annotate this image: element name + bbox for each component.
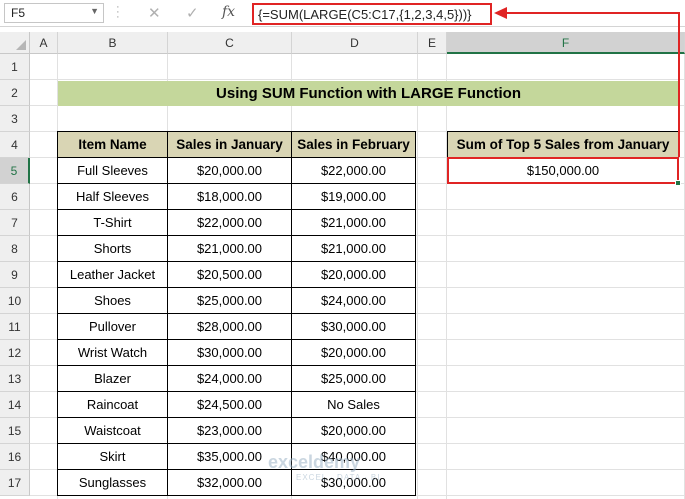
check-icon[interactable]: ✓ (186, 4, 199, 22)
name-box[interactable]: F5 ▼ (4, 3, 104, 23)
close-icon[interactable]: ✕ (148, 4, 161, 22)
formula-input[interactable]: {=SUM(LARGE(C5:C17,{1,2,3,4,5}))} (252, 3, 492, 25)
sales-february-cell[interactable]: $24,000.00 (291, 287, 416, 314)
item-name-cell[interactable]: Sunglasses (57, 469, 168, 496)
header-sales-january[interactable]: Sales in January (167, 131, 292, 158)
row-header-15[interactable]: 15 (0, 418, 30, 444)
watermark-tagline: EXCEL · DATA · BI (296, 473, 381, 482)
formula-bar: F5 ▼ · · · ✕ ✓ fx {=SUM(LARGE(C5:C17,{1,2,… (0, 0, 685, 27)
select-all-icon (16, 40, 26, 50)
sales-table: Item Name Sales in January Sales in Febr… (57, 131, 416, 496)
watermark-name: exceldemy (268, 452, 361, 472)
table-row: Wrist Watch $30,000.00 $20,000.00 (57, 339, 416, 366)
table-row: Raincoat $24,500.00 No Sales (57, 391, 416, 418)
item-name-cell[interactable]: Leather Jacket (57, 261, 168, 288)
select-all-button[interactable] (0, 32, 30, 54)
gridline (30, 79, 685, 80)
sales-february-cell[interactable]: $21,000.00 (291, 209, 416, 236)
sales-january-cell[interactable]: $21,000.00 (167, 235, 292, 262)
sum-header-cell[interactable]: Sum of Top 5 Sales from January (447, 131, 679, 158)
table-row: Full Sleeves $20,000.00 $22,000.00 (57, 157, 416, 184)
row-header-3[interactable]: 3 (0, 106, 30, 132)
table-row: Blazer $24,000.00 $25,000.00 (57, 365, 416, 392)
spreadsheet-grid[interactable]: ABCDEF 1 2 3 4 5 6 7 8 9 10 11 12 13 14 15 16 17 Using S… (0, 32, 685, 499)
table-row: Waistcoat $23,000.00 $20,000.00 (57, 417, 416, 444)
column-header-e[interactable]: E (418, 32, 447, 54)
chevron-down-icon[interactable]: ▼ (90, 6, 99, 16)
row-header-8[interactable]: 8 (0, 236, 30, 262)
header-item-name[interactable]: Item Name (57, 131, 168, 158)
formula-text: {=SUM(LARGE(C5:C17,{1,2,3,4,5}))} (258, 7, 472, 22)
row-header-14[interactable]: 14 (0, 392, 30, 418)
item-name-cell[interactable]: Waistcoat (57, 417, 168, 444)
sales-january-cell[interactable]: $22,000.00 (167, 209, 292, 236)
item-name-cell[interactable]: Skirt (57, 443, 168, 470)
table-row: Leather Jacket $20,500.00 $20,000.00 (57, 261, 416, 288)
drag-handle-icon[interactable]: · · · (116, 2, 122, 23)
row-header-6[interactable]: 6 (0, 184, 30, 210)
row-header-16[interactable]: 16 (0, 444, 30, 470)
item-name-cell[interactable]: Half Sleeves (57, 183, 168, 210)
item-name-cell[interactable]: Raincoat (57, 391, 168, 418)
sales-january-cell[interactable]: $25,000.00 (167, 287, 292, 314)
sales-february-cell[interactable]: $22,000.00 (291, 157, 416, 184)
gridline (417, 54, 418, 499)
item-name-cell[interactable]: Shorts (57, 235, 168, 262)
sum-result-cell[interactable]: $150,000.00 (447, 157, 679, 184)
table-row: Shoes $25,000.00 $24,000.00 (57, 287, 416, 314)
name-box-value: F5 (11, 6, 26, 20)
sales-january-cell[interactable]: $28,000.00 (167, 313, 292, 340)
row-header-1[interactable]: 1 (0, 54, 30, 80)
insert-function-button[interactable]: fx (222, 4, 235, 20)
sales-january-cell[interactable]: $18,000.00 (167, 183, 292, 210)
row-header-2[interactable]: 2 (0, 80, 30, 106)
sales-january-cell[interactable]: $24,000.00 (167, 365, 292, 392)
sales-february-cell[interactable]: $21,000.00 (291, 235, 416, 262)
column-header-f[interactable]: F (447, 32, 685, 54)
item-name-cell[interactable]: Blazer (57, 365, 168, 392)
row-header-4[interactable]: 4 (0, 132, 30, 158)
sales-january-cell[interactable]: $23,000.00 (167, 417, 292, 444)
sales-february-cell[interactable]: No Sales (291, 391, 416, 418)
table-row: Shorts $21,000.00 $21,000.00 (57, 235, 416, 262)
sales-february-cell[interactable]: $20,000.00 (291, 417, 416, 444)
row-header-9[interactable]: 9 (0, 262, 30, 288)
row-header-11[interactable]: 11 (0, 314, 30, 340)
table-row: T-Shirt $22,000.00 $21,000.00 (57, 209, 416, 236)
table-row: Pullover $28,000.00 $30,000.00 (57, 313, 416, 340)
row-header-5[interactable]: 5 (0, 158, 30, 184)
row-header-17[interactable]: 17 (0, 470, 30, 496)
row-header-7[interactable]: 7 (0, 210, 30, 236)
sales-february-cell[interactable]: $30,000.00 (291, 313, 416, 340)
row-header-13[interactable]: 13 (0, 366, 30, 392)
column-header-d[interactable]: D (292, 32, 418, 54)
item-name-cell[interactable]: Wrist Watch (57, 339, 168, 366)
sheet-title[interactable]: Using SUM Function with LARGE Function (58, 81, 679, 106)
column-header-a[interactable]: A (30, 32, 58, 54)
item-name-cell[interactable]: Shoes (57, 287, 168, 314)
fill-handle[interactable] (675, 180, 681, 186)
header-sales-february[interactable]: Sales in February (291, 131, 416, 158)
item-name-cell[interactable]: Pullover (57, 313, 168, 340)
item-name-cell[interactable]: Full Sleeves (57, 157, 168, 184)
column-header-b[interactable]: B (58, 32, 168, 54)
sales-february-cell[interactable]: $20,000.00 (291, 339, 416, 366)
row-header-12[interactable]: 12 (0, 340, 30, 366)
sales-january-cell[interactable]: $20,500.00 (167, 261, 292, 288)
sales-january-cell[interactable]: $20,000.00 (167, 157, 292, 184)
sales-february-cell[interactable]: $19,000.00 (291, 183, 416, 210)
row-header-10[interactable]: 10 (0, 288, 30, 314)
sales-february-cell[interactable]: $25,000.00 (291, 365, 416, 392)
gridline (446, 54, 447, 499)
watermark-logo: exceldemy EXCEL · DATA · BI (268, 452, 380, 482)
sales-february-cell[interactable]: $20,000.00 (291, 261, 416, 288)
item-name-cell[interactable]: T-Shirt (57, 209, 168, 236)
table-row: Half Sleeves $18,000.00 $19,000.00 (57, 183, 416, 210)
sales-january-cell[interactable]: $30,000.00 (167, 339, 292, 366)
column-header-c[interactable]: C (168, 32, 292, 54)
sales-january-cell[interactable]: $24,500.00 (167, 391, 292, 418)
